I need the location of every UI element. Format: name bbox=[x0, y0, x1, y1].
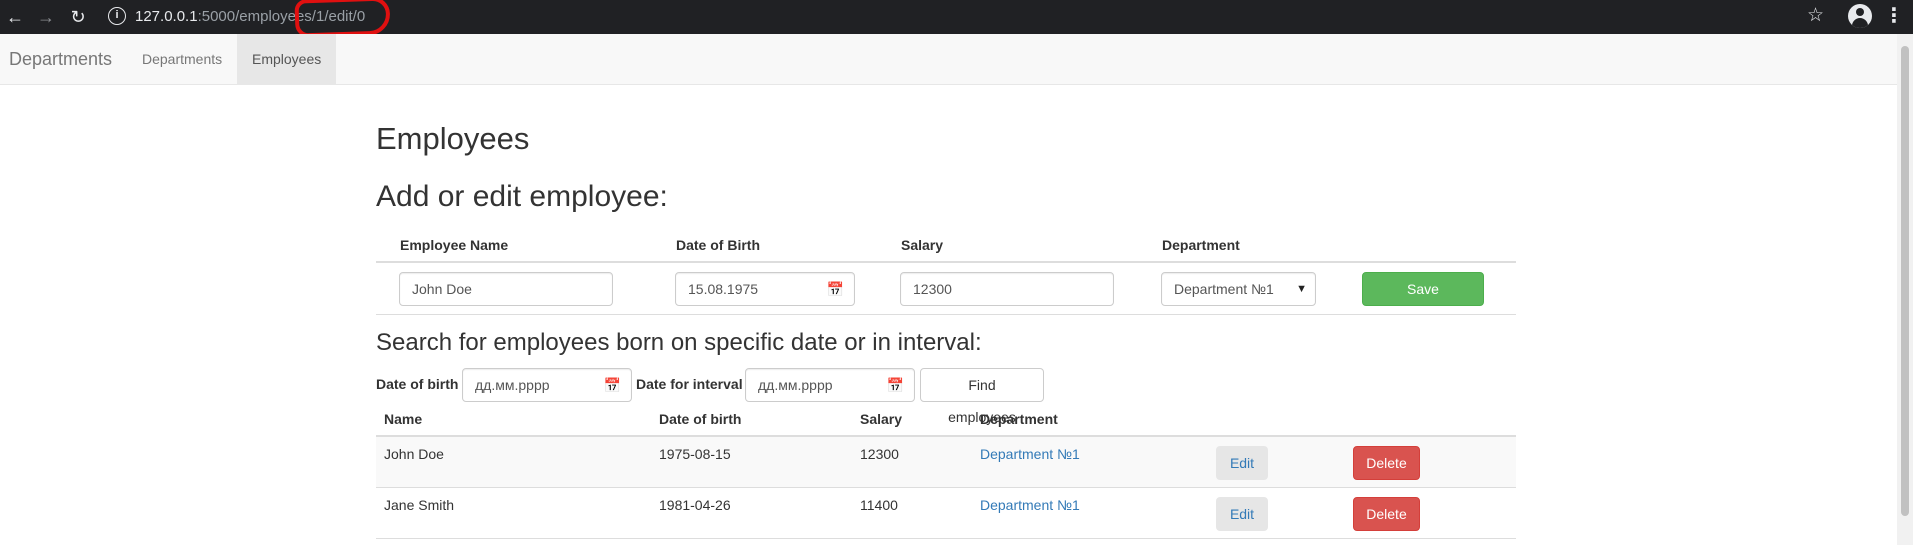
back-arrow-icon[interactable]: ← bbox=[5, 7, 25, 27]
forward-arrow-icon[interactable]: → bbox=[36, 7, 56, 27]
kebab-menu-icon[interactable]: ⋮ bbox=[1884, 4, 1904, 28]
calendar-icon[interactable]: 📅 bbox=[827, 273, 844, 305]
date-for-interval-placeholder: дд.мм.рррр bbox=[758, 377, 833, 393]
salary-input[interactable]: 12300 bbox=[900, 272, 1114, 306]
department-link[interactable]: Department №1 bbox=[980, 446, 1080, 462]
nav-link-employees[interactable]: Employees bbox=[237, 34, 337, 84]
dropdown-caret-icon: ▼ bbox=[1296, 283, 1307, 295]
header-employee-name: Employee Name bbox=[400, 237, 509, 253]
scrollbar[interactable] bbox=[1897, 34, 1913, 545]
info-icon[interactable]: i bbox=[108, 7, 126, 25]
edit-button[interactable]: Edit bbox=[1216, 446, 1268, 480]
form-header-row: Employee Name Date of Birth Salary Depar… bbox=[376, 225, 1516, 263]
header-date-of-birth: Date of Birth bbox=[676, 237, 760, 253]
red-annotation-circle bbox=[294, 0, 391, 38]
date-for-interval-label: Date for interval bbox=[636, 376, 743, 392]
column-header-department: Department bbox=[980, 411, 1058, 427]
calendar-icon[interactable]: 📅 bbox=[887, 369, 904, 401]
account-icon[interactable] bbox=[1848, 4, 1872, 28]
table-row: Jane Smith 1981-04-26 11400 Department №… bbox=[376, 488, 1516, 539]
cell-date-of-birth: 1975-08-15 bbox=[659, 446, 731, 462]
save-employee-button[interactable]: Save employee bbox=[1362, 272, 1484, 329]
date-of-birth-input[interactable]: 15.08.1975 📅 bbox=[675, 272, 855, 306]
search-date-of-birth-input[interactable]: дд.мм.рррр 📅 bbox=[462, 368, 632, 402]
department-select-value: Department №1 bbox=[1174, 281, 1274, 297]
cell-name: Jane Smith bbox=[384, 497, 455, 513]
scrollbar-thumb[interactable] bbox=[1901, 46, 1909, 516]
calendar-icon[interactable]: 📅 bbox=[604, 369, 621, 401]
find-employees-button[interactable]: Find employees bbox=[920, 368, 1044, 425]
edit-button[interactable]: Edit bbox=[1216, 497, 1268, 531]
department-link[interactable]: Department №1 bbox=[980, 497, 1080, 513]
cell-date-of-birth: 1981-04-26 bbox=[659, 497, 731, 513]
browser-toolbar: ← → ↻ i 127.0.0.1:5000/employees/1/edit/… bbox=[0, 0, 1913, 38]
column-header-name: Name bbox=[384, 411, 423, 427]
date-for-interval-input[interactable]: дд.мм.рррр 📅 bbox=[745, 368, 915, 402]
date-of-birth-value: 15.08.1975 bbox=[688, 281, 759, 297]
delete-button[interactable]: Delete bbox=[1353, 446, 1420, 480]
navbar-brand[interactable]: Departments bbox=[9, 34, 112, 84]
cell-salary: 11400 bbox=[860, 497, 898, 513]
search-date-of-birth-placeholder: дд.мм.рррр bbox=[475, 377, 550, 393]
table-header-row: Name Date of birth Salary Department bbox=[376, 407, 1516, 437]
form-title: Add or edit employee: bbox=[376, 180, 668, 213]
employees-table: Name Date of birth Salary Department Joh… bbox=[376, 407, 1516, 539]
top-navbar: Departments Departments Employees bbox=[0, 34, 1897, 85]
star-icon[interactable]: ☆ bbox=[1807, 4, 1824, 28]
reload-icon[interactable]: ↻ bbox=[68, 7, 88, 27]
form-input-row: John Doe 15.08.1975 📅 12300 Department №… bbox=[376, 263, 1516, 329]
delete-button[interactable]: Delete bbox=[1353, 497, 1420, 531]
url-host: 127.0.0.1 bbox=[135, 8, 198, 25]
column-header-date-of-birth: Date of birth bbox=[659, 411, 742, 427]
search-form: Date of birth дд.мм.рррр 📅 Date for inte… bbox=[376, 367, 1516, 425]
date-of-birth-label: Date of birth bbox=[376, 376, 459, 392]
header-salary: Salary bbox=[901, 237, 944, 253]
employee-name-input[interactable]: John Doe bbox=[399, 272, 613, 306]
employee-form-table: Employee Name Date of Birth Salary Depar… bbox=[376, 225, 1516, 329]
cell-name: John Doe bbox=[384, 446, 444, 462]
search-title: Search for employees born on specific da… bbox=[376, 329, 982, 356]
table-row: John Doe 1975-08-15 12300 Department №1 … bbox=[376, 437, 1516, 488]
header-department: Department bbox=[1162, 237, 1240, 253]
cell-salary: 12300 bbox=[860, 446, 899, 462]
column-header-salary: Salary bbox=[860, 411, 903, 427]
department-select[interactable]: Department №1 ▼ bbox=[1161, 272, 1316, 306]
nav-link-departments[interactable]: Departments bbox=[127, 34, 237, 84]
page-title: Employees bbox=[376, 121, 530, 156]
